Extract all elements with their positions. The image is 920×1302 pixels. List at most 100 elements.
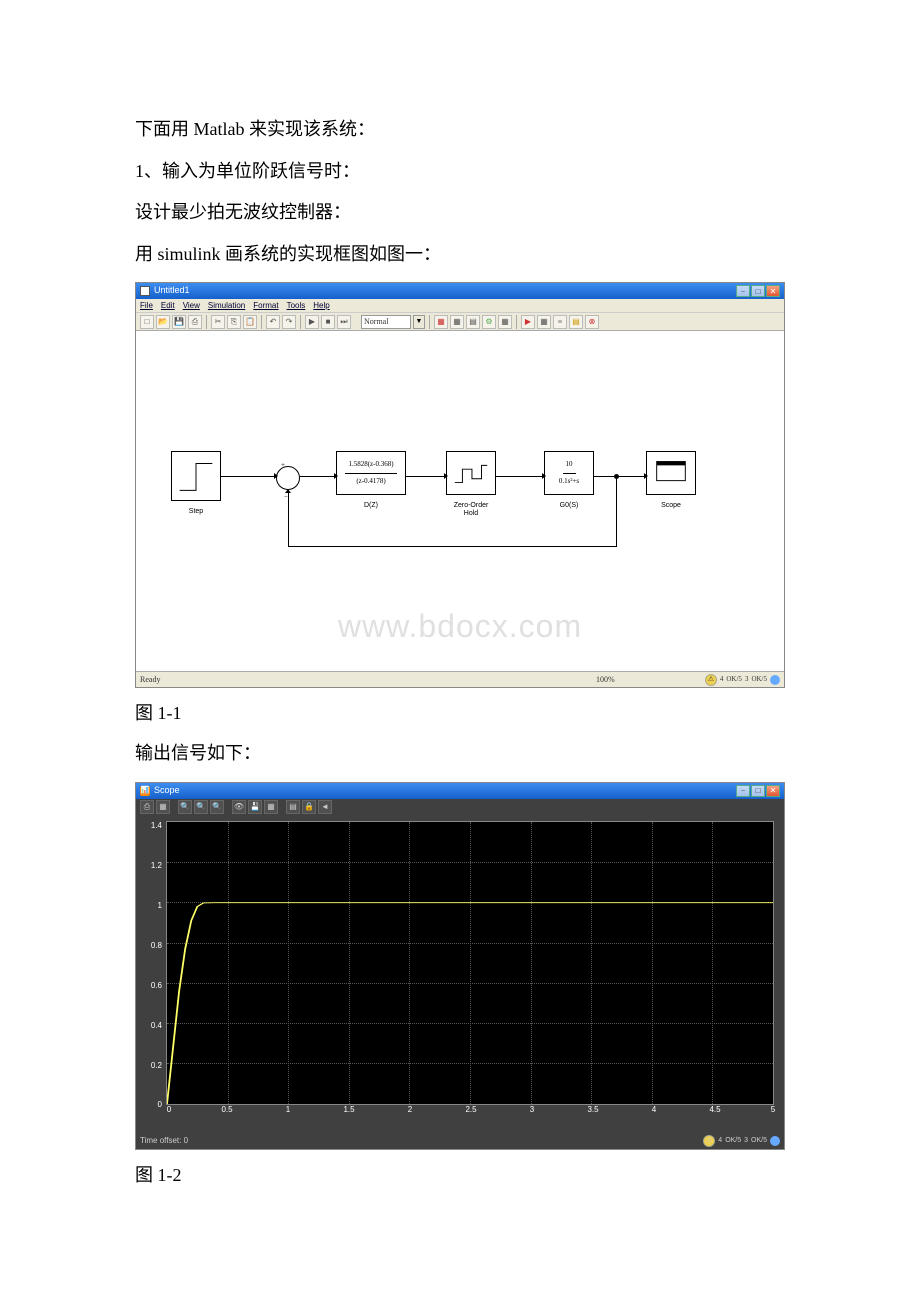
app-icon (140, 286, 150, 296)
tool-icon[interactable]: ≡ (553, 315, 567, 329)
y-tick: 0.6 (136, 977, 162, 995)
tray-text: 3 (745, 672, 749, 687)
block-label: Hold (447, 506, 495, 521)
params-icon[interactable]: ▦ (156, 800, 170, 814)
new-icon[interactable]: □ (140, 315, 154, 329)
close-button[interactable]: ✕ (766, 785, 780, 797)
menu-simulation[interactable]: Simulation (208, 297, 245, 315)
scope-block[interactable]: Scope (646, 451, 696, 495)
menu-edit[interactable]: Edit (161, 297, 175, 315)
menu-help[interactable]: Help (313, 297, 329, 315)
tray-icon[interactable]: ⚠ (705, 674, 717, 686)
scope-toolbar: ⎙ ▦ 🔍 🔍 🔍 👁 💾 ▦ ▤ 🔒 ◄ (136, 799, 784, 815)
minimize-button[interactable]: − (736, 285, 750, 297)
tool-icon[interactable]: ▦ (498, 315, 512, 329)
restore-icon[interactable]: ▦ (264, 800, 278, 814)
body-text: 设计最少拍无波纹控制器： (135, 193, 785, 233)
plot-area[interactable]: 1.4 1.2 1 0.8 0.6 0.4 0.2 0 0 0.5 1 1.5 … (136, 815, 784, 1133)
save-icon[interactable]: 💾 (172, 315, 186, 329)
figure-caption: 图 1-1 (135, 694, 785, 734)
figure-caption: 图 1-2 (135, 1156, 785, 1196)
y-tick: 1.4 (136, 817, 162, 835)
dropdown-arrow-icon[interactable]: ▼ (413, 315, 425, 329)
scope-window: 📊 Scope − □ ✕ ⎙ ▦ 🔍 🔍 🔍 👁 💾 ▦ ▤ 🔒 ◄ (135, 782, 785, 1150)
autoscale-icon[interactable]: 👁 (232, 800, 246, 814)
step-block[interactable]: Step (171, 451, 221, 501)
maximize-button[interactable]: □ (751, 285, 765, 297)
status-text: Ready (140, 671, 160, 689)
mode-dropdown[interactable]: Normal (361, 315, 411, 329)
tool-icon[interactable]: ▦ (537, 315, 551, 329)
y-tick: 0.8 (136, 937, 162, 955)
minimize-button[interactable]: − (736, 785, 750, 797)
plant-block[interactable]: 10 0.1s²+s G0(S) (544, 451, 594, 495)
stop-icon[interactable]: ■ (321, 315, 335, 329)
redo-icon[interactable]: ↷ (282, 315, 296, 329)
menubar: File Edit View Simulation Format Tools H… (136, 299, 784, 313)
float-icon[interactable]: ▤ (286, 800, 300, 814)
maximize-button[interactable]: □ (751, 785, 765, 797)
time-offset: Time offset: 0 (140, 1132, 188, 1150)
menu-view[interactable]: View (183, 297, 200, 315)
tray-text: OK/5 (751, 1133, 767, 1148)
block-label: Step (172, 504, 220, 519)
tray-icon[interactable] (770, 675, 780, 685)
numerator: 1.5828(z-0.368) (345, 457, 396, 473)
step-icon[interactable]: ⏭ (337, 315, 351, 329)
signal-wire (496, 476, 542, 477)
menu-format[interactable]: Format (253, 297, 278, 315)
tool-icon[interactable]: ⚙ (482, 315, 496, 329)
scope-app-icon: 📊 (140, 786, 150, 796)
tray-text: OK/5 (751, 672, 767, 687)
numerator: 10 (563, 457, 576, 473)
tool-icon[interactable]: ▤ (569, 315, 583, 329)
paste-icon[interactable]: 📋 (243, 315, 257, 329)
zoom-x-icon[interactable]: 🔍 (194, 800, 208, 814)
signal-icon[interactable]: ◄ (318, 800, 332, 814)
undo-icon[interactable]: ↶ (266, 315, 280, 329)
plot-canvas (166, 821, 774, 1105)
print-icon[interactable]: ⎙ (140, 800, 154, 814)
transfer-function-block[interactable]: 1.5828(z-0.368) (z-0.4178) D(Z) (336, 451, 406, 495)
tray-text: 4 (718, 1133, 722, 1148)
open-icon[interactable]: 📂 (156, 315, 170, 329)
body-text: 输出信号如下： (135, 734, 785, 774)
tool-icon[interactable]: ▶ (521, 315, 535, 329)
signal-wire (221, 476, 274, 477)
tray-icon[interactable]: ⚠ (703, 1135, 715, 1147)
denominator: 0.1s²+s (559, 474, 579, 489)
watermark: www.bdocx.com (338, 591, 582, 661)
tray-icon[interactable] (770, 1136, 780, 1146)
y-tick: 1.2 (136, 857, 162, 875)
close-button[interactable]: ✕ (766, 285, 780, 297)
sum-block[interactable] (276, 466, 300, 490)
zoh-block[interactable]: Zero-Order Hold (446, 451, 496, 495)
separator (206, 315, 207, 329)
tool-icon[interactable]: ▦ (434, 315, 448, 329)
block-label: D(Z) (337, 498, 405, 513)
body-text: 下面用 Matlab 来实现该系统： (135, 110, 785, 150)
tray-text: OK/5 (725, 1133, 741, 1148)
y-tick: 0.4 (136, 1017, 162, 1035)
menu-tools[interactable]: Tools (287, 297, 306, 315)
cut-icon[interactable]: ✂ (211, 315, 225, 329)
tool-icon[interactable]: ▤ (466, 315, 480, 329)
tray-text: 3 (744, 1133, 748, 1148)
print-icon[interactable]: ⎙ (188, 315, 202, 329)
signal-wire (288, 491, 289, 547)
zoom-icon[interactable]: 🔍 (178, 800, 192, 814)
lock-icon[interactable]: 🔒 (302, 800, 316, 814)
zoom-level: 100% (596, 671, 615, 689)
play-icon[interactable]: ▶ (305, 315, 319, 329)
signal-wire (616, 476, 617, 546)
block-label: G0(S) (545, 498, 593, 513)
menu-file[interactable]: File (140, 297, 153, 315)
tray-text: OK/5 (726, 672, 742, 687)
save-icon[interactable]: 💾 (248, 800, 262, 814)
tool-icon[interactable]: ⊗ (585, 315, 599, 329)
tool-icon[interactable]: ▦ (450, 315, 464, 329)
copy-icon[interactable]: ⎘ (227, 315, 241, 329)
separator (300, 315, 301, 329)
zoom-y-icon[interactable]: 🔍 (210, 800, 224, 814)
model-canvas[interactable]: Step + − 1.5828(z-0.368) (z-0.4178) D(Z)… (136, 331, 784, 671)
